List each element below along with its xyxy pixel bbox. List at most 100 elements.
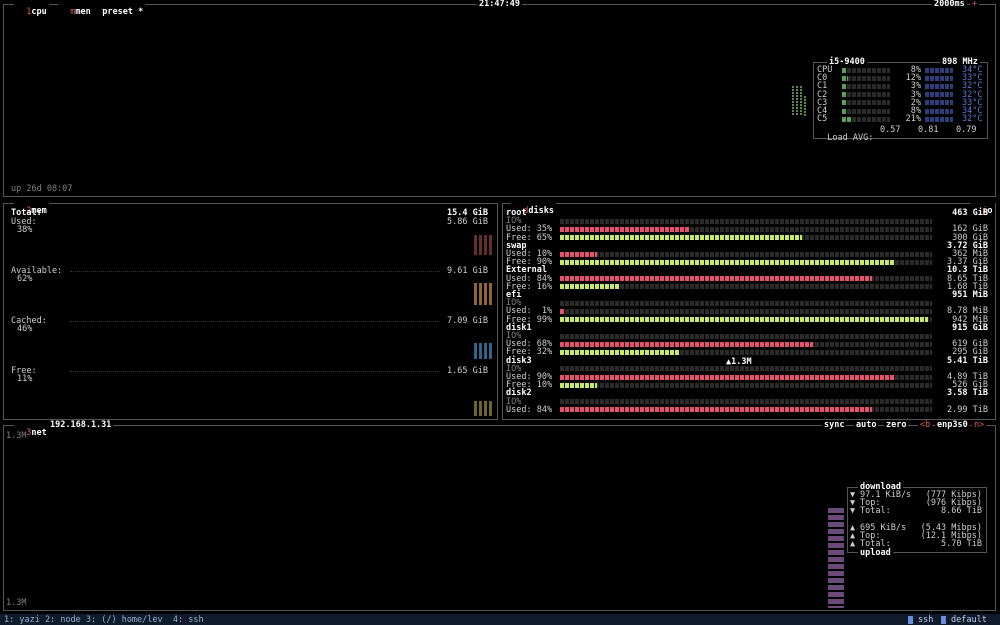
disk-size: 5.41 TiB [947,355,988,366]
mem-available-value: 9.61 GiB [447,266,488,276]
cpu-row-bar [842,108,846,114]
net-interface: enp3s0 [935,420,970,430]
net-next-iface-button[interactable]: n> [972,421,987,429]
load-1m: 0.57 [880,125,901,135]
mem-free-pct: 11% [17,374,33,384]
disk-used-bar [560,341,813,347]
download-arrow-icon: ▼ [850,506,856,517]
disk-used-bar [560,308,564,314]
upload-title: upload [858,548,893,558]
mem-used-value: 5.86 GiB [447,217,488,227]
mem-separator [70,371,440,372]
io-marker: ▲1.3M [726,357,752,367]
tmux-windows[interactable]: 1: yazi 2: node 3: (/) home/lev 4: ssh [4,616,204,625]
mem-box [3,203,498,420]
mem-cached-pct: 46% [17,324,33,334]
disk-free-bar [560,259,895,265]
mem-cached-value: 7.09 GiB [447,316,488,326]
cpu-row-bar [842,75,848,81]
net-prev-iface-button[interactable]: <b [918,421,933,429]
download-stat-label: Total: [860,506,891,517]
interval-plus-button[interactable]: + [970,0,980,8]
disk-free-bar [560,382,597,388]
disk-io-track [560,333,932,339]
cpu-title-label: cpu [31,7,47,18]
tmux-profile: default [951,615,987,625]
net-zero-button[interactable]: zero [884,421,909,429]
net-auto-button[interactable]: auto [854,421,879,429]
cpu-row-temp-graph [925,83,953,89]
cpu-row-bar-track [842,92,890,98]
disk-free-bar [560,235,802,241]
disk-used-bar [560,374,895,380]
net-ip: 192.168.1.31 [48,420,114,430]
cpu-row-bar [842,83,846,89]
mem-separator [70,271,440,272]
disk-free-bar [560,317,928,323]
disk-io-track [560,218,932,224]
cpu-row-bar-track [842,83,890,89]
cpu-row-pct: 21% [905,114,921,125]
mem-separator [70,321,440,322]
clock: 21:47:49 [477,0,522,9]
load-average: Load AVG: [817,126,874,144]
mem-total-label: Total: [11,208,42,218]
mem-available-graph [474,283,494,305]
net-scale-bottom: 1.3M [6,598,27,608]
disk-used-bar [560,276,872,282]
cpu-model: i5-9400 [827,57,867,67]
disk-io-track [560,366,932,372]
mem-used-pct: 38% [17,225,33,235]
uptime: up 26d 08:07 [11,184,73,194]
update-interval[interactable]: 2000ms [932,0,967,8]
profile-icon [941,616,946,624]
cpu-row-temp-graph [925,108,953,114]
disk-used-bar [560,251,597,257]
cpu-row-bar-track [842,67,890,73]
cpu-mini-graph [792,86,812,116]
disk-size: 3.58 TiB [947,388,988,399]
load-15m: 0.79 [956,125,977,135]
net-scale-top: 1.3M [6,431,27,441]
mem-used-graph [474,235,494,255]
cpu-row-bar [842,100,846,106]
upload-arrow-icon: ▲ [850,539,856,550]
cpu-row-temp-graph [925,75,953,81]
disk-free-bar [560,349,679,355]
mem-cached-graph [474,343,494,359]
disk-used-bar [560,226,690,232]
cpu-row-bar-track [842,100,890,106]
mem-total-value: 15.4 GiB [447,208,488,218]
disk-size: 915 GiB [952,322,988,333]
net-download-graph [828,508,844,608]
mem-free-graph [474,401,494,416]
disk-used-label: Used: 84% [506,404,553,415]
disk-free-bar [560,284,620,290]
cpu-row-bar [842,116,852,122]
disks-title-label: disks [528,206,554,217]
disk-io-track [560,300,932,306]
load-5m: 0.81 [918,125,939,135]
cpu-row-bar-track [842,75,890,81]
preset-button[interactable]: preset * [90,0,146,18]
disk-io-track [560,399,932,405]
cpu-row-bar [842,92,846,98]
cpu-row-label: C5 [817,114,828,125]
disk-size: 463 GiB [952,208,988,218]
mem-free-value: 1.65 GiB [447,366,488,376]
disk-used-track [560,308,932,314]
net-sync-button[interactable]: sync [822,421,847,429]
disk-used-value: 2.99 TiB [947,404,988,415]
disk-size: 951 MiB [952,290,988,300]
mem-available-pct: 62% [17,274,33,284]
preset-label: preset [102,7,133,18]
download-stat-value: 8.66 TiB [941,506,982,517]
disk-used-track [560,251,932,257]
cpu-row-bar-track [842,108,890,114]
disk-free-track [560,382,932,388]
cpu-row-temp-graph [925,92,953,98]
disk-used-bar [560,407,872,413]
load-label: Load AVG: [827,133,874,144]
cpu-box-title[interactable]: 1cpu [14,0,49,16]
cpu-row-bar [842,67,846,73]
